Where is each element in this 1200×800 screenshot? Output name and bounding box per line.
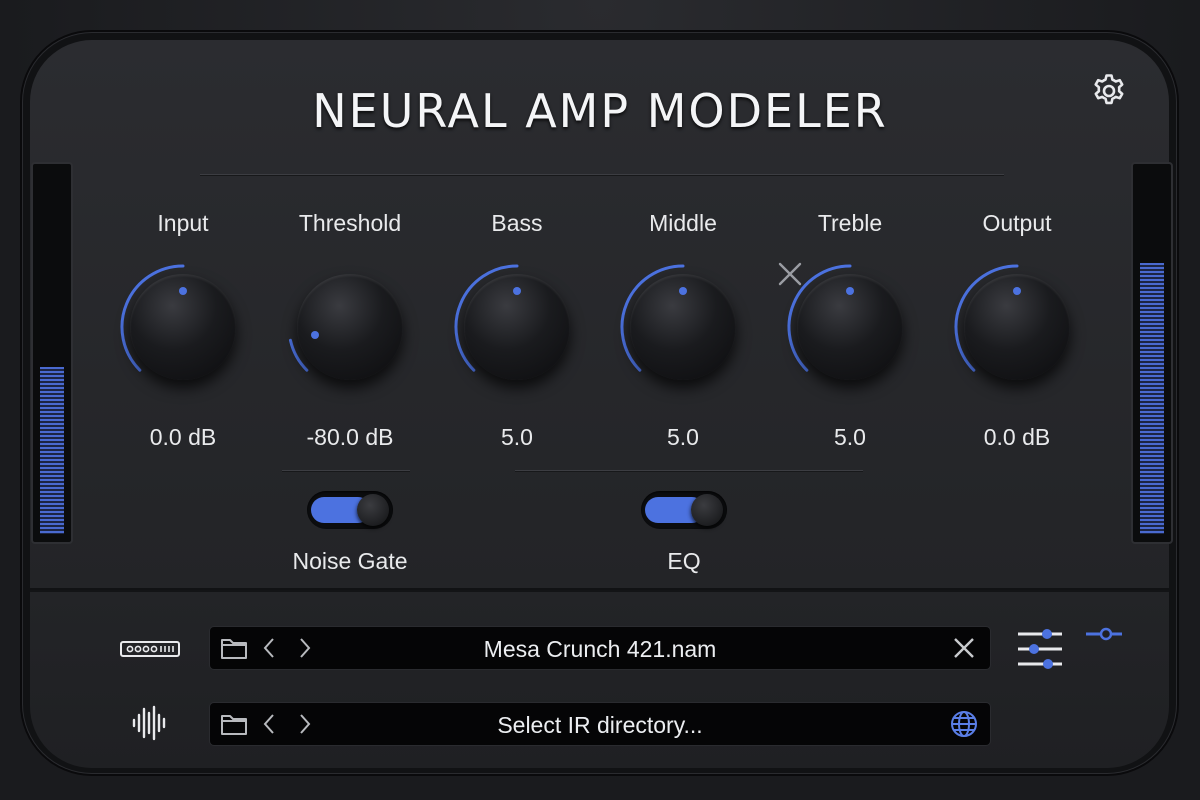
knob-input[interactable] — [118, 262, 248, 392]
knob-value-bass: 5.0 — [501, 424, 533, 450]
knob-value-threshold: -80.0 dB — [306, 424, 394, 450]
treble-reset-icon[interactable] — [776, 260, 804, 288]
eq-label: EQ — [667, 548, 701, 574]
noise-gate-label: Noise Gate — [292, 548, 408, 574]
knob-label-threshold: Threshold — [298, 210, 402, 236]
app-title: NEURAL AMP MODELER — [312, 84, 888, 138]
knob-value-input: 0.0 dB — [149, 424, 217, 450]
knob-indicator-dot — [179, 287, 187, 295]
knob-value-treble: 5.0 — [834, 424, 866, 450]
input-meter-fill — [40, 367, 64, 534]
knob-indicator-dot — [846, 287, 854, 295]
knob-middle[interactable] — [618, 262, 748, 392]
knob-bass[interactable] — [452, 262, 582, 392]
noise-gate-thumb — [357, 494, 389, 526]
knob-threshold[interactable] — [285, 262, 415, 392]
knob-indicator-dot — [310, 330, 319, 339]
sliders-icon[interactable] — [1016, 627, 1064, 676]
globe-icon[interactable] — [950, 710, 978, 743]
model-file-bar: Mesa Crunch 421.nam — [210, 627, 990, 669]
gear-icon[interactable] — [1090, 72, 1128, 110]
noise-gate-divider — [282, 470, 410, 471]
eq-thumb — [691, 494, 723, 526]
knob-label-bass: Bass — [491, 210, 543, 236]
knob-indicator-dot — [679, 287, 687, 295]
output-meter-fill — [1140, 262, 1164, 534]
title-divider — [200, 174, 1004, 175]
close-icon[interactable] — [952, 636, 976, 665]
model-file-name[interactable]: Mesa Crunch 421.nam — [210, 636, 990, 663]
knob-label-input: Input — [157, 210, 209, 236]
knob-treble[interactable] — [785, 262, 915, 392]
knob-body — [297, 274, 403, 380]
ir-file-bar: Select IR directory... — [210, 703, 990, 745]
knob-label-treble: Treble — [817, 210, 883, 236]
ir-file-name[interactable]: Select IR directory... — [210, 712, 990, 739]
slider-toggle-icon[interactable] — [1084, 624, 1124, 649]
noise-gate-toggle[interactable] — [307, 491, 393, 529]
amp-model-icon — [120, 640, 180, 663]
knob-value-middle: 5.0 — [667, 424, 699, 450]
knob-label-middle: Middle — [649, 210, 717, 236]
knob-output[interactable] — [952, 262, 1082, 392]
knob-value-output: 0.0 dB — [983, 424, 1051, 450]
knob-indicator-dot — [513, 287, 521, 295]
knob-indicator-dot — [1013, 287, 1021, 295]
knob-label-output: Output — [982, 210, 1052, 236]
waveform-icon — [130, 705, 170, 746]
input-level-meter — [31, 162, 73, 544]
eq-divider — [515, 470, 863, 471]
output-level-meter — [1131, 162, 1173, 544]
eq-toggle[interactable] — [641, 491, 727, 529]
